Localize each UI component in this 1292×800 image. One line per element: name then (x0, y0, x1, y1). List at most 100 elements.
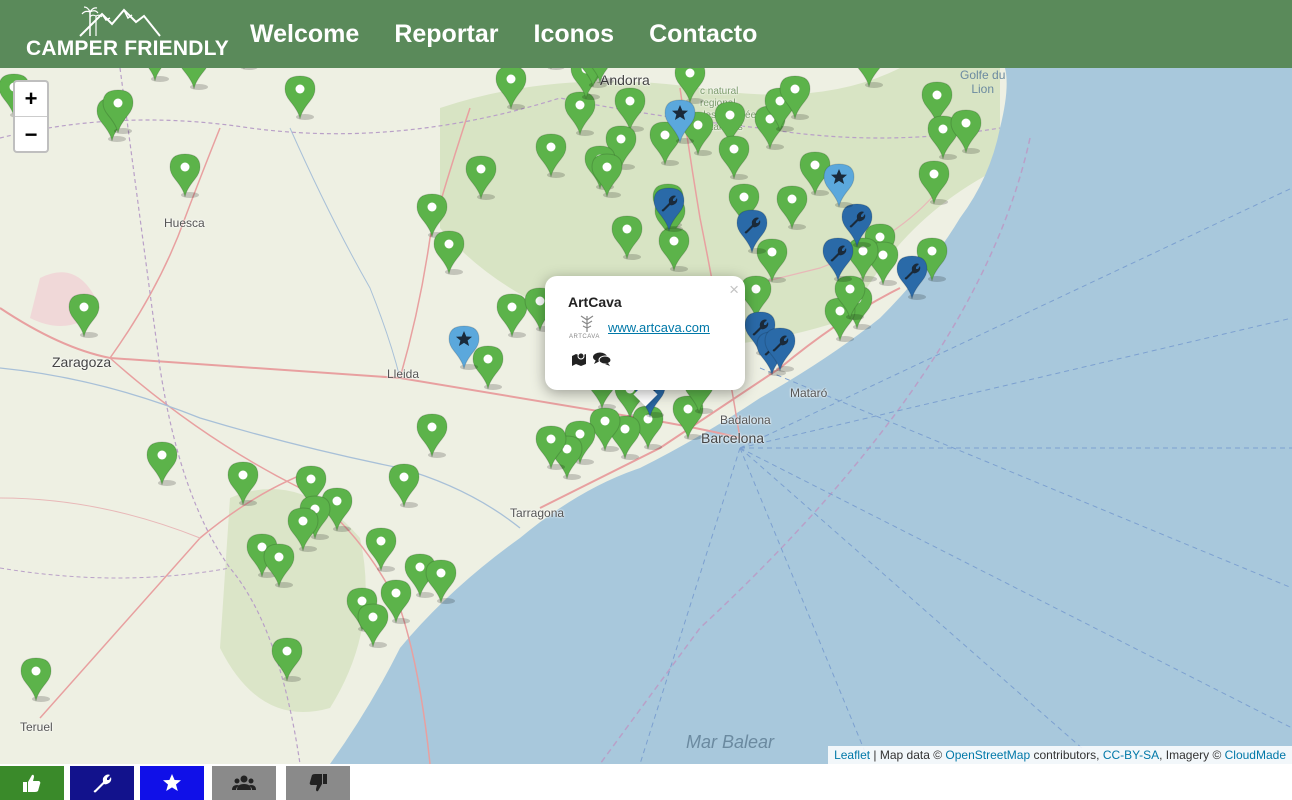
popup-website-link[interactable]: www.artcava.com (608, 320, 710, 335)
map-marker[interactable] (226, 460, 260, 506)
pin-dot-icon (284, 75, 316, 120)
map-marker[interactable] (821, 236, 855, 282)
pin-dot-icon (148, 68, 169, 82)
map-marker[interactable] (387, 462, 421, 508)
map-marker[interactable] (145, 440, 179, 486)
map-marker[interactable] (101, 88, 135, 134)
top-navbar: CAMPER FRIENDLY Welcome Reportar Iconos … (0, 0, 1292, 68)
map-marker[interactable] (227, 68, 261, 70)
star-icon (823, 163, 855, 208)
users-icon (232, 775, 256, 790)
pin-dot-icon (658, 227, 690, 272)
pin-dot-icon (416, 413, 448, 458)
map-marker[interactable] (270, 636, 304, 682)
place-popup: × ArtCava ARTCAVA www.artcava.com (545, 276, 745, 390)
map-marker[interactable] (735, 208, 769, 254)
popup-title: ArtCava (568, 294, 622, 310)
pin-dot-icon (495, 68, 527, 110)
pin-dot-icon (357, 603, 389, 648)
license-link[interactable]: CC-BY-SA (1103, 748, 1159, 762)
map-marker[interactable] (717, 134, 751, 180)
map-marker[interactable] (590, 152, 624, 198)
map-marker[interactable] (415, 412, 449, 458)
map-marker[interactable] (895, 254, 929, 300)
nav-reportar[interactable]: Reportar (394, 20, 498, 49)
map-marker[interactable] (583, 68, 617, 84)
pin-dot-icon (388, 463, 420, 508)
map-view[interactable]: Huesca Zaragoza Lleida Tarragona Barcelo… (0, 68, 1292, 764)
cloudmade-link[interactable]: CloudMade (1225, 748, 1286, 762)
pin-dot-icon (102, 89, 134, 134)
filter-thumbs-up-button[interactable] (0, 766, 64, 800)
star-icon (664, 99, 696, 144)
attribution-text-1: | Map data © (870, 748, 946, 762)
pin-dot-icon (240, 68, 258, 70)
map-marker[interactable] (432, 229, 466, 275)
pin-dot-icon (227, 461, 259, 506)
pin-dot-icon (169, 153, 201, 198)
map-marker[interactable] (652, 186, 686, 232)
map-marker[interactable] (534, 68, 568, 70)
map-marker-icon[interactable] (571, 352, 587, 366)
nav-contacto[interactable]: Contacto (649, 20, 757, 49)
map-marker[interactable] (364, 526, 398, 572)
map-attribution: Leaflet | Map data © OpenStreetMap contr… (828, 746, 1292, 764)
nav-iconos[interactable]: Iconos (534, 20, 615, 49)
map-marker[interactable] (657, 226, 691, 272)
popup-close-button[interactable]: × (729, 280, 739, 300)
map-marker[interactable] (534, 132, 568, 178)
map-marker[interactable] (19, 656, 53, 702)
map-marker[interactable] (763, 326, 797, 372)
map-marker[interactable] (822, 162, 856, 208)
map-marker[interactable] (168, 152, 202, 198)
pin-dot-icon (20, 657, 52, 702)
zoom-in-button[interactable]: + (15, 82, 47, 117)
pin-dot-icon (611, 215, 643, 260)
map-marker[interactable] (917, 159, 951, 205)
map-marker[interactable] (663, 98, 697, 144)
nav-welcome[interactable]: Welcome (250, 20, 359, 49)
thumbs-up-icon (23, 774, 41, 792)
pin-dot-icon (857, 68, 883, 88)
pin-dot-icon (181, 68, 208, 90)
map-marker[interactable] (138, 68, 172, 82)
osm-link[interactable]: OpenStreetMap (945, 748, 1030, 762)
pin-dot-icon (591, 68, 614, 84)
artcava-logo: ARTCAVA (569, 314, 605, 344)
wrench-icon (653, 187, 685, 232)
pin-dot-icon (263, 543, 295, 588)
filter-thumbs-down-button[interactable] (286, 766, 350, 800)
map-marker[interactable] (356, 602, 390, 648)
filter-star-button[interactable] (140, 766, 204, 800)
map-marker[interactable] (494, 68, 528, 110)
leaflet-link[interactable]: Leaflet (834, 748, 870, 762)
map-marker[interactable] (67, 292, 101, 338)
map-marker[interactable] (852, 68, 886, 88)
map-marker[interactable] (424, 558, 458, 604)
pin-dot-icon (535, 133, 567, 178)
map-marker[interactable] (778, 74, 812, 120)
artcava-logo-caption: ARTCAVA (569, 334, 600, 340)
attribution-text-3: , Imagery © (1159, 748, 1225, 762)
map-marker[interactable] (610, 214, 644, 260)
map-marker[interactable] (447, 324, 481, 370)
map-marker[interactable] (262, 542, 296, 588)
pin-dot-icon (433, 230, 465, 275)
filter-wrench-button[interactable] (70, 766, 134, 800)
map-marker[interactable] (464, 154, 498, 200)
zoom-out-button[interactable]: − (15, 117, 47, 152)
comments-icon[interactable] (593, 352, 611, 366)
filter-users-button[interactable] (212, 766, 276, 800)
map-marker[interactable] (534, 424, 568, 470)
pin-dot-icon (68, 293, 100, 338)
brand-logo[interactable]: CAMPER FRIENDLY (0, 0, 230, 68)
map-marker[interactable] (949, 108, 983, 154)
pin-dot-icon (591, 153, 623, 198)
pin-dot-icon (918, 160, 950, 205)
pin-dot-icon (365, 527, 397, 572)
pin-dot-icon (779, 75, 811, 120)
map-marker[interactable] (283, 74, 317, 120)
map-marker[interactable] (177, 68, 211, 90)
map-marker[interactable] (775, 184, 809, 230)
pin-dot-icon (146, 441, 178, 486)
